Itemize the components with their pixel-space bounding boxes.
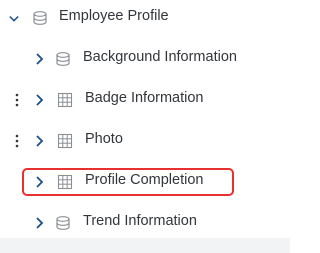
database-icon [56, 216, 70, 230]
chevron-right-icon[interactable] [35, 217, 45, 229]
tree-item-label: Background Information [83, 49, 237, 65]
tree-item-label: Badge Information [85, 90, 204, 106]
highlight-box [22, 168, 234, 196]
database-icon [33, 11, 47, 25]
chevron-right-icon[interactable] [35, 135, 45, 147]
chevron-down-icon[interactable] [9, 13, 19, 25]
tree-item-photo[interactable]: Photo [0, 129, 290, 153]
database-icon [56, 52, 70, 66]
tree-root-employee-profile[interactable]: Employee Profile [0, 6, 290, 30]
entity-tree-panel: Employee Profile Background Information [0, 0, 290, 253]
table-grid-icon [57, 92, 73, 108]
tree-root-label: Employee Profile [59, 8, 169, 24]
chevron-right-icon[interactable] [35, 94, 45, 106]
tree-item-label: Photo [85, 131, 123, 147]
table-grid-icon [57, 133, 73, 149]
chevron-right-icon[interactable] [35, 53, 45, 65]
drag-handle-icon[interactable] [15, 134, 19, 148]
drag-handle-icon[interactable] [15, 93, 19, 107]
tree-item-label: Trend Information [83, 213, 197, 229]
tree-item-background-information[interactable]: Background Information [0, 47, 290, 71]
tree-item-trend-information[interactable]: Trend Information [0, 211, 290, 235]
footer-band [0, 238, 290, 253]
tree-item-badge-information[interactable]: Badge Information [0, 88, 290, 112]
